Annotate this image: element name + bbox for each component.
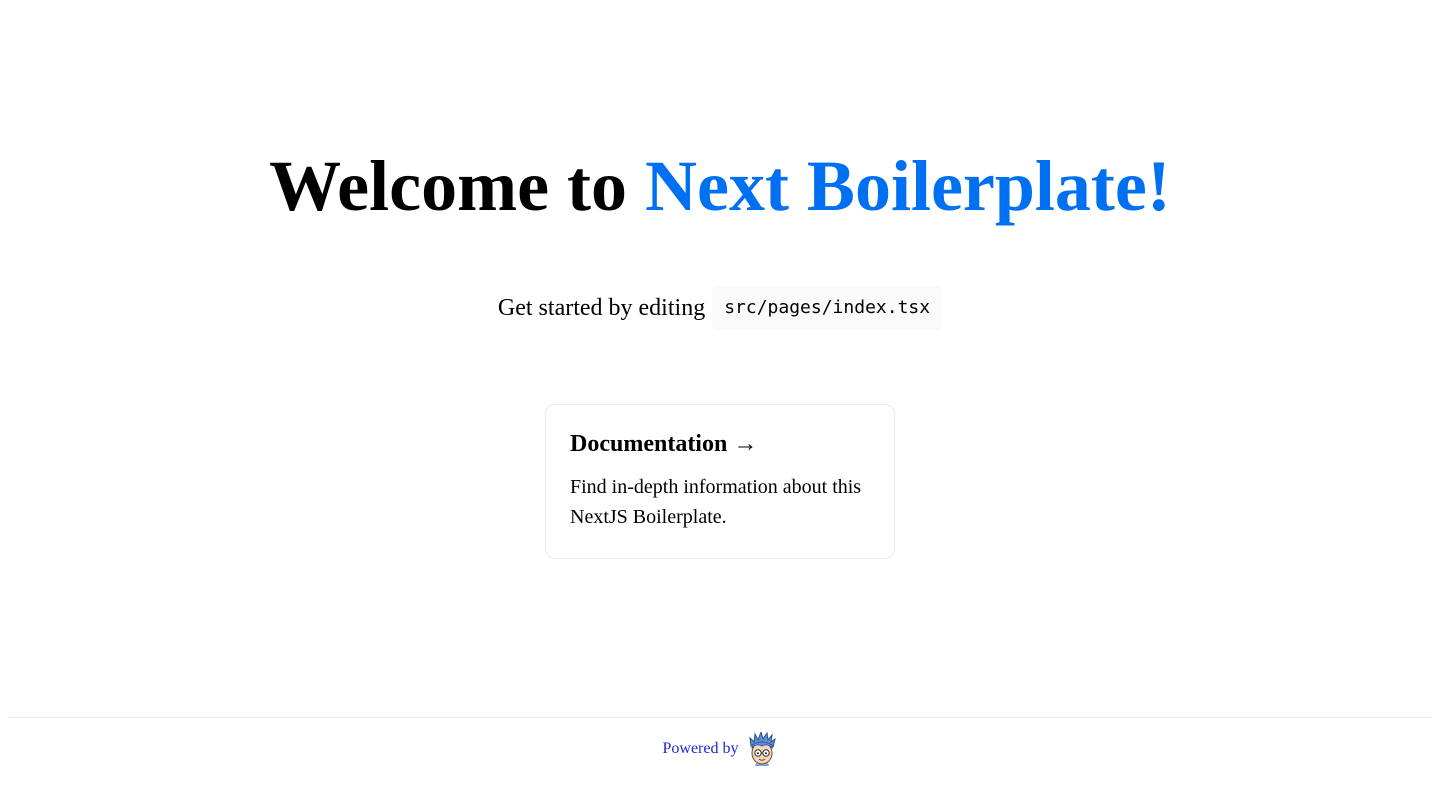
card-title: Documentation → xyxy=(570,431,758,457)
card-body: Find in-depth information about this Nex… xyxy=(570,476,862,528)
page-title: Welcome to Next Boilerplate! xyxy=(0,142,1440,230)
description: Get started by editing src/pages/index.t… xyxy=(0,286,1440,330)
title-prefix: Welcome to xyxy=(269,146,627,226)
description-text: Get started by editing xyxy=(497,294,706,321)
documentation-card[interactable]: Documentation → Find in-depth informatio… xyxy=(545,404,895,559)
title-accent-link[interactable]: Next Boilerplate! xyxy=(645,146,1171,226)
footer: Powered by xyxy=(8,717,1432,788)
cartoon-face-logo-icon xyxy=(747,730,777,766)
page: Welcome to Next Boilerplate! Get started… xyxy=(0,0,1440,788)
powered-by-link[interactable]: Powered by xyxy=(662,730,778,766)
powered-by-label: Powered by xyxy=(662,740,739,757)
file-path-code: src/pages/index.tsx xyxy=(712,286,943,330)
